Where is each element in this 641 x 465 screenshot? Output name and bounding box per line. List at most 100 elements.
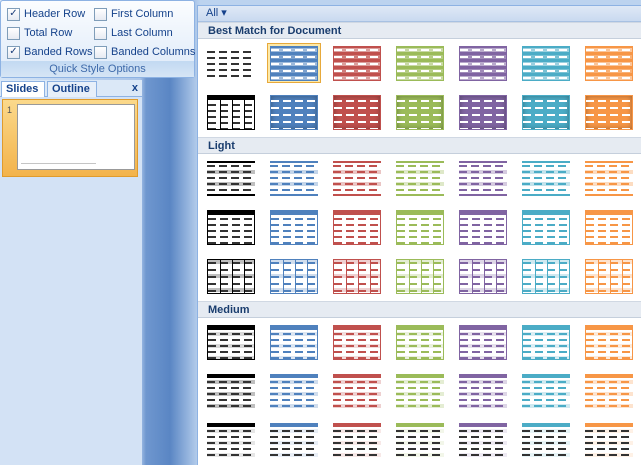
slide-thumbnail-selected[interactable]: 1 [2, 99, 138, 177]
tab-slides[interactable]: Slides [1, 81, 45, 97]
style-preview-graphic [396, 160, 444, 196]
table-style-plain[interactable] [204, 371, 258, 411]
table-style-blue[interactable] [267, 322, 321, 362]
table-style-red[interactable] [330, 158, 384, 198]
table-style-plain[interactable] [204, 158, 258, 198]
table-style-green[interactable] [393, 43, 447, 83]
table-style-aqua[interactable] [519, 92, 573, 132]
filter-dropdown[interactable]: All ▾ [206, 7, 227, 19]
tab-outline[interactable]: Outline [47, 81, 97, 97]
first-column-option[interactable]: First Column [94, 6, 173, 22]
table-style-purple[interactable] [456, 207, 510, 247]
total-row-checkbox[interactable] [7, 26, 20, 40]
dash-line [333, 441, 381, 444]
table-style-plain[interactable] [204, 43, 258, 83]
table-style-orange[interactable] [582, 420, 636, 460]
table-style-orange[interactable] [582, 43, 636, 83]
table-style-green[interactable] [393, 371, 447, 411]
table-style-orange[interactable] [582, 371, 636, 411]
table-style-aqua[interactable] [519, 256, 573, 296]
table-style-plain[interactable] [204, 420, 258, 460]
table-style-plain[interactable] [204, 256, 258, 296]
dash-line [523, 332, 569, 335]
table-style-orange[interactable] [582, 256, 636, 296]
style-preview-graphic [270, 324, 318, 360]
table-style-green[interactable] [393, 207, 447, 247]
table-style-purple[interactable] [456, 256, 510, 296]
table-style-orange[interactable] [582, 158, 636, 198]
dash-line [586, 127, 632, 129]
table-style-blue[interactable] [267, 43, 321, 83]
band [397, 325, 443, 330]
table-style-orange[interactable] [582, 92, 636, 132]
header-row-option[interactable]: ✓ Header Row [7, 6, 85, 22]
style-preview-graphic [522, 422, 570, 458]
table-style-blue[interactable] [267, 371, 321, 411]
dash-line [271, 332, 317, 335]
table-style-aqua[interactable] [519, 43, 573, 83]
table-style-blue[interactable] [267, 92, 321, 132]
total-row-option[interactable]: Total Row [7, 25, 72, 41]
table-style-aqua[interactable] [519, 322, 573, 362]
table-style-purple[interactable] [456, 371, 510, 411]
dash-line [460, 113, 506, 116]
header-row-label: Header Row [24, 8, 86, 20]
header-row-checkbox[interactable]: ✓ [7, 7, 20, 21]
table-style-purple[interactable] [456, 420, 510, 460]
dash-line [208, 235, 254, 238]
table-style-green[interactable] [393, 158, 447, 198]
banded-columns-option[interactable]: Banded Columns [94, 44, 195, 60]
table-style-red[interactable] [330, 322, 384, 362]
last-column-option[interactable]: Last Column [94, 25, 173, 41]
table-style-aqua[interactable] [519, 207, 573, 247]
banded-columns-checkbox[interactable] [94, 45, 107, 59]
dash-line [396, 188, 444, 191]
dash-line [271, 48, 317, 51]
grid-line [559, 259, 560, 293]
style-preview-graphic [585, 94, 633, 130]
dash-line [334, 217, 380, 220]
dash-line [459, 435, 507, 438]
dash-line [396, 441, 444, 444]
table-style-blue[interactable] [267, 256, 321, 296]
band [523, 325, 569, 330]
table-style-red[interactable] [330, 420, 384, 460]
table-style-blue[interactable] [267, 420, 321, 460]
table-style-blue[interactable] [267, 207, 321, 247]
table-style-blue[interactable] [267, 158, 321, 198]
table-style-orange[interactable] [582, 207, 636, 247]
dash-line [522, 404, 570, 407]
table-style-aqua[interactable] [519, 158, 573, 198]
table-style-green[interactable] [393, 256, 447, 296]
table-style-red[interactable] [330, 371, 384, 411]
table-style-orange[interactable] [582, 322, 636, 362]
dash-line [459, 386, 507, 389]
dash-line [207, 176, 255, 179]
banded-rows-option[interactable]: ✓ Banded Rows [7, 44, 93, 60]
table-style-green[interactable] [393, 420, 447, 460]
table-style-green[interactable] [393, 322, 447, 362]
table-style-plain[interactable] [204, 207, 258, 247]
table-style-red[interactable] [330, 43, 384, 83]
dash-line [334, 106, 380, 109]
last-column-checkbox[interactable] [94, 26, 107, 40]
table-style-grid-white[interactable] [204, 92, 258, 132]
table-style-plain[interactable] [204, 322, 258, 362]
table-style-red[interactable] [330, 256, 384, 296]
table-style-aqua[interactable] [519, 371, 573, 411]
table-style-aqua[interactable] [519, 420, 573, 460]
table-style-purple[interactable] [456, 92, 510, 132]
table-style-green[interactable] [393, 92, 447, 132]
band [396, 422, 444, 427]
table-style-purple[interactable] [456, 322, 510, 362]
table-style-purple[interactable] [456, 158, 510, 198]
close-pane-icon[interactable]: x [132, 82, 138, 94]
dash-line [522, 386, 570, 389]
slide-thumbnail[interactable] [17, 104, 135, 170]
banded-rows-checkbox[interactable]: ✓ [7, 45, 20, 59]
table-style-red[interactable] [330, 92, 384, 132]
style-preview-graphic [459, 94, 507, 130]
table-style-purple[interactable] [456, 43, 510, 83]
first-column-checkbox[interactable] [94, 7, 107, 21]
table-style-red[interactable] [330, 207, 384, 247]
